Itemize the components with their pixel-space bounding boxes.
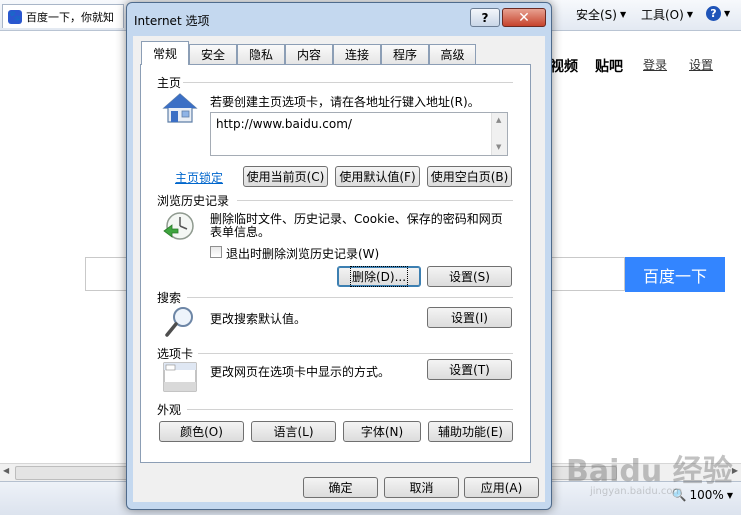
tab-content[interactable]: 内容 [285, 44, 333, 64]
scroll-up-icon[interactable]: ▲ [496, 116, 501, 124]
tools-menu-label: 工具(O) [641, 8, 684, 22]
fonts-button[interactable]: 字体(N) [343, 421, 421, 442]
tab-programs[interactable]: 程序 [381, 44, 429, 64]
languages-button[interactable]: 语言(L) [251, 421, 336, 442]
nav-settings-link[interactable]: 设置 [689, 56, 713, 73]
ok-button[interactable]: 确定 [303, 477, 378, 498]
browser-tab-title: 百度一下，你就知 [26, 10, 114, 24]
baidu-watermark-url: jingyan.baidu.com [590, 486, 683, 497]
chevron-down-icon: ▼ [724, 9, 731, 18]
tools-menu-button[interactable]: 工具(O) ▼ [641, 6, 693, 23]
history-description-line2: 表单信息。 [210, 225, 271, 239]
tab-general[interactable]: 常规 [141, 41, 189, 65]
scroll-right-icon[interactable]: ▶ [732, 466, 738, 475]
baidu-paw-icon: 🐾 [8, 9, 22, 24]
use-default-button[interactable]: 使用默认值(F) [335, 166, 420, 187]
nav-login-link[interactable]: 登录 [643, 56, 667, 73]
tabs-description: 更改网页在选项卡中显示的方式。 [210, 365, 391, 379]
section-divider [198, 353, 513, 354]
zoom-level: 100% [689, 488, 724, 502]
home-page-url-value: http://www.baidu.com/ [216, 117, 352, 131]
section-divider [187, 297, 513, 298]
delete-history-button-label: 删除(D)... [349, 266, 409, 287]
tab-connections[interactable]: 连接 [333, 44, 381, 64]
tab-security[interactable]: 安全 [189, 44, 237, 64]
nav-video-link[interactable]: 视频 [550, 56, 578, 76]
safety-menu-button[interactable]: 安全(S) ▼ [576, 6, 626, 23]
search-magnifier-icon [165, 307, 193, 337]
help-menu-button[interactable]: ? ▼ [706, 6, 730, 21]
chevron-down-icon: ▼ [619, 10, 627, 19]
chevron-down-icon: ▼ [726, 490, 733, 500]
tabs-section-title: 选项卡 [157, 347, 194, 361]
browser-tab[interactable]: 🐾 百度一下，你就知 [2, 4, 124, 28]
home-page-description: 若要创建主页选项卡，请在各地址行键入地址(R)。 [210, 95, 480, 109]
delete-history-on-exit-checkbox[interactable] [210, 246, 222, 258]
tabs-window-icon [163, 362, 197, 392]
search-section-title: 搜索 [157, 291, 182, 305]
use-current-page-button[interactable]: 使用当前页(C) [243, 166, 328, 187]
history-clock-icon [163, 212, 194, 240]
apply-button[interactable]: 应用(A) [464, 477, 539, 498]
section-divider [187, 409, 513, 410]
tab-privacy[interactable]: 隐私 [237, 44, 285, 64]
baidu-watermark: Baidu 经验 [566, 454, 733, 489]
history-section-title: 浏览历史记录 [157, 194, 230, 208]
delete-history-button[interactable]: 删除(D)... [337, 266, 421, 287]
baidu-search-button[interactable]: 百度一下 [625, 257, 725, 292]
accessibility-button[interactable]: 辅助功能(E) [428, 421, 513, 442]
section-divider [183, 82, 513, 83]
tabs-settings-button[interactable]: 设置(T) [427, 359, 512, 380]
home-page-lock-link[interactable]: 主页锁定 [175, 169, 223, 186]
use-blank-page-button[interactable]: 使用空白页(B) [427, 166, 512, 187]
dialog-close-button[interactable]: ✕ [502, 8, 546, 27]
appearance-section-title: 外观 [157, 403, 182, 417]
home-page-url-input[interactable]: http://www.baidu.com/ ▲ ▼ [210, 112, 508, 156]
safety-menu-label: 安全(S) [576, 8, 617, 22]
tab-advanced[interactable]: 高级 [429, 44, 476, 64]
history-settings-button[interactable]: 设置(S) [427, 266, 512, 287]
search-description: 更改搜索默认值。 [210, 312, 307, 326]
colors-button[interactable]: 颜色(O) [159, 421, 244, 442]
scroll-left-icon[interactable]: ◀ [3, 466, 9, 475]
nav-tieba-link[interactable]: 贴吧 [595, 56, 623, 76]
scroll-down-icon[interactable]: ▼ [496, 143, 501, 151]
dialog-title: Internet 选项 [134, 14, 210, 28]
help-icon: ? [706, 6, 721, 21]
delete-history-on-exit-label[interactable]: 退出时删除浏览历史记录(W) [226, 245, 379, 262]
url-box-scrollbar[interactable]: ▲ ▼ [491, 113, 507, 155]
home-icon [162, 93, 198, 123]
cancel-button[interactable]: 取消 [384, 477, 459, 498]
search-settings-button[interactable]: 设置(I) [427, 307, 512, 328]
dialog-help-button[interactable]: ? [470, 8, 500, 27]
section-divider [237, 200, 513, 201]
chevron-down-icon: ▼ [686, 10, 693, 19]
home-page-section-title: 主页 [157, 76, 182, 90]
